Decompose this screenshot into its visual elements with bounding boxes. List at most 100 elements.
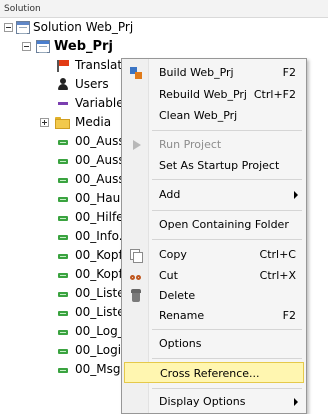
menu-separator [152,358,302,359]
play-icon [129,138,143,151]
tree-item-solution[interactable]: Solution Web_Prj [0,18,328,37]
menu-item-display-options[interactable]: Display Options [124,391,304,412]
menu-item-label: Rebuild Web_Prj [159,88,247,101]
menu-item-build[interactable]: Build Web_Prj F2 [124,62,304,83]
tree-item-variables[interactable]: Variable [0,94,124,113]
tree-item-label: 00_Auss [75,172,125,186]
menu-separator [152,388,302,389]
menu-separator [152,179,302,180]
menu-item-label: Display Options [159,395,246,408]
page-icon [56,325,70,338]
tree-item-page[interactable]: 00_Hilfe. [0,208,127,227]
menu-separator [152,329,302,330]
tree-item-label: 00_Auss [75,134,125,148]
menu-separator [152,210,302,211]
page-icon [56,249,70,262]
menu-item-label: Open Containing Folder [159,218,289,231]
build-icon [129,66,143,79]
copy-icon [129,248,143,263]
menu-item-shortcut: Ctrl+F2 [253,88,296,101]
submenu-arrow-icon [294,191,298,199]
menu-item-clean[interactable]: Clean Web_Prj [124,105,304,126]
menu-item-label: Clean Web_Prj [159,109,238,122]
tree-item-label: Users [75,77,109,91]
tree-item-page[interactable]: 00_Log_ [0,322,124,341]
folder-icon [55,116,70,129]
tree-item-label: 00_Hilfe. [75,210,128,224]
menu-item-cross-reference[interactable]: Cross Reference... [124,362,304,383]
menu-item-rename[interactable]: Rename F2 [124,305,304,326]
tree-item-page[interactable]: 00_Auss [0,170,125,189]
menu-item-delete[interactable]: Delete [124,285,304,306]
page-icon [56,268,70,281]
context-menu: Build Web_Prj F2 Rebuild Web_Prj Ctrl+F2… [121,58,307,414]
page-icon [56,192,70,205]
menu-item-copy[interactable]: Copy Ctrl+C [124,244,304,265]
menu-item-label: Copy [159,248,187,261]
scissors-icon [129,269,143,282]
delete-icon [129,289,143,302]
page-icon [56,306,70,319]
tree-item-page[interactable]: 00_Kopf_ [0,246,129,265]
menu-item-label: Add [159,188,181,201]
menu-item-open-folder[interactable]: Open Containing Folder [124,214,304,235]
tree-item-page[interactable]: 00_Auss [0,132,125,151]
page-icon [56,363,70,376]
tree-item-users[interactable]: Users [0,75,121,94]
menu-item-label: Rename [159,309,205,322]
menu-item-label: Cross Reference... [160,367,260,380]
tree-item-label: 00_Haup [75,191,128,205]
submenu-arrow-icon [294,398,298,406]
page-icon [56,287,70,300]
collapse-icon[interactable] [22,42,31,51]
menu-item-set-startup[interactable]: Set As Startup Project [124,155,304,176]
tree-item-label: Media [75,115,112,129]
tree-item-page[interactable]: 00_Liste_ [0,284,131,303]
tree-item-project[interactable]: Web_Prj [0,37,120,56]
tree-item-label: Translat [75,58,123,72]
menu-item-label: Set As Startup Project [159,159,280,172]
tree-item-label: 00_Log_ [75,324,124,338]
menu-item-shortcut: F2 [282,66,296,79]
menu-item-add[interactable]: Add [124,184,304,205]
project-label: Web_Prj [54,39,113,54]
page-icon [56,173,70,186]
menu-separator [152,239,302,240]
tree-item-page[interactable]: 00_Liste_ [0,303,131,322]
menu-item-label: Run Project [159,138,222,151]
collapse-icon[interactable] [4,23,13,32]
menu-item-label: Delete [159,289,196,302]
page-icon [56,154,70,167]
tree-item-page[interactable]: 00_Auss [0,151,125,170]
tree-item-label: 00_Info. [75,229,123,243]
variable-icon [56,97,70,110]
tree-item-media[interactable]: Media [0,113,121,132]
menu-item-label: Options [159,337,202,350]
tree-item-label: 00_Auss [75,153,125,167]
menu-item-cut[interactable]: Cut Ctrl+X [124,265,304,286]
user-icon [56,78,70,91]
page-icon [56,230,70,243]
menu-item-options[interactable]: Options [124,333,304,354]
page-icon [56,344,70,357]
tree-item-translations[interactable]: Translat [0,56,123,75]
tree-item-page[interactable]: 00_Haup [0,189,128,208]
page-icon [56,211,70,224]
tree-item-page[interactable]: 00_Login [0,341,129,360]
tree-item-label: Variable [75,96,124,110]
tree-item-page[interactable]: 00_Kopf_ [0,265,129,284]
menu-item-shortcut: Ctrl+C [259,248,296,261]
panel-title: Solution [0,0,328,18]
solution-icon [16,21,30,34]
menu-item-shortcut: Ctrl+X [259,269,296,282]
menu-item-rebuild[interactable]: Rebuild Web_Prj Ctrl+F2 [124,84,304,105]
page-icon [56,135,70,148]
project-icon [36,40,50,53]
solution-label: Solution Web_Prj [33,20,134,34]
menu-separator [152,130,302,131]
menu-item-run-project[interactable]: Run Project [124,134,304,155]
tree-item-page[interactable]: 00_Info. [0,227,123,246]
menu-item-shortcut: F2 [282,309,296,322]
expand-icon[interactable] [40,118,49,127]
flag-icon [56,59,70,72]
